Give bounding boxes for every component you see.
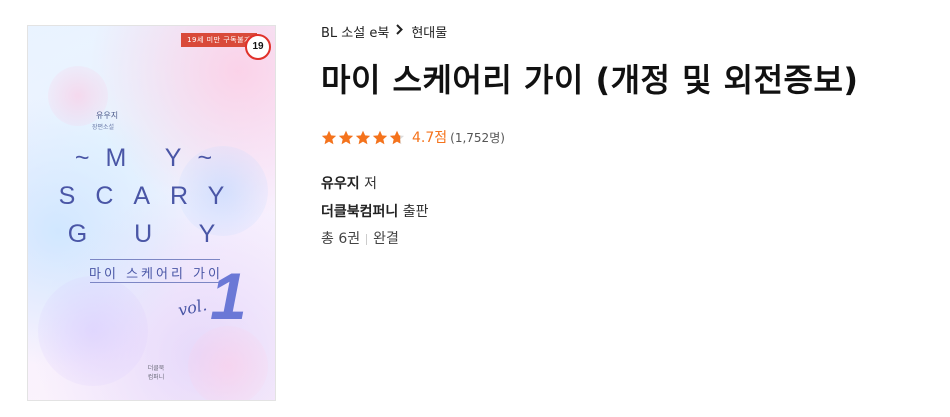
rating-score: 4.7점 [412, 130, 448, 146]
cover-title-en-line3: G U Y [67, 220, 236, 248]
chevron-right-icon [396, 24, 404, 39]
cover-title-en-line1: ~M Y~ [74, 144, 229, 172]
rating-count: (1,752명) [450, 130, 505, 145]
volume-info: 총 6권 완결 [321, 228, 399, 248]
cover-genre: 장편소설 [92, 124, 115, 131]
book-cover-image[interactable]: 19세 미만 구독불가 19 유우지 장편소설 ~M Y~ SCARY G U … [28, 26, 275, 400]
cover-author: 유우지 [96, 111, 119, 120]
book-title: 마이 스케어리 가이 (개정 및 외전증보) [321, 61, 859, 99]
cover-volume-label: vol. [176, 295, 209, 320]
publisher-line: 더클북컴퍼니 출판 [321, 201, 429, 221]
series-status: 완결 [373, 231, 399, 247]
star-icon [372, 130, 388, 144]
publisher-suffix: 출판 [402, 204, 429, 220]
rating-stars [321, 130, 406, 145]
breadcrumb-subcategory-link[interactable]: 현대물 [411, 22, 447, 41]
volume-count: 총 6권 [321, 231, 361, 247]
star-icon [355, 130, 371, 144]
cover-title-en-line2: SCARY [58, 182, 245, 210]
star-icon [321, 130, 337, 144]
author-link[interactable]: 유우지 [321, 176, 360, 192]
breadcrumb: BL 소설 e북 현대물 [321, 22, 447, 41]
author-suffix: 저 [364, 176, 377, 192]
cover-title-rule-top [90, 259, 220, 260]
author-line: 유우지 저 [321, 173, 377, 193]
divider [366, 233, 368, 245]
rating[interactable]: 4.7점 (1,752명) [321, 127, 505, 147]
age-19-badge: 19 [245, 34, 271, 60]
cover-decoration [38, 276, 148, 386]
star-icon [389, 130, 405, 144]
publisher-link[interactable]: 더클북컴퍼니 [321, 204, 398, 220]
cover-title-rule-bottom [90, 282, 220, 283]
breadcrumb-category-link[interactable]: BL 소설 e북 [321, 22, 389, 41]
cover-volume-number: 1 [210, 259, 247, 333]
cover-decoration [188, 326, 268, 400]
cover-title-ko: 마이 스케어리 가이 [89, 267, 223, 282]
cover-publisher-logo: 더클북 컴퍼니 [147, 365, 165, 381]
star-icon [338, 130, 354, 144]
